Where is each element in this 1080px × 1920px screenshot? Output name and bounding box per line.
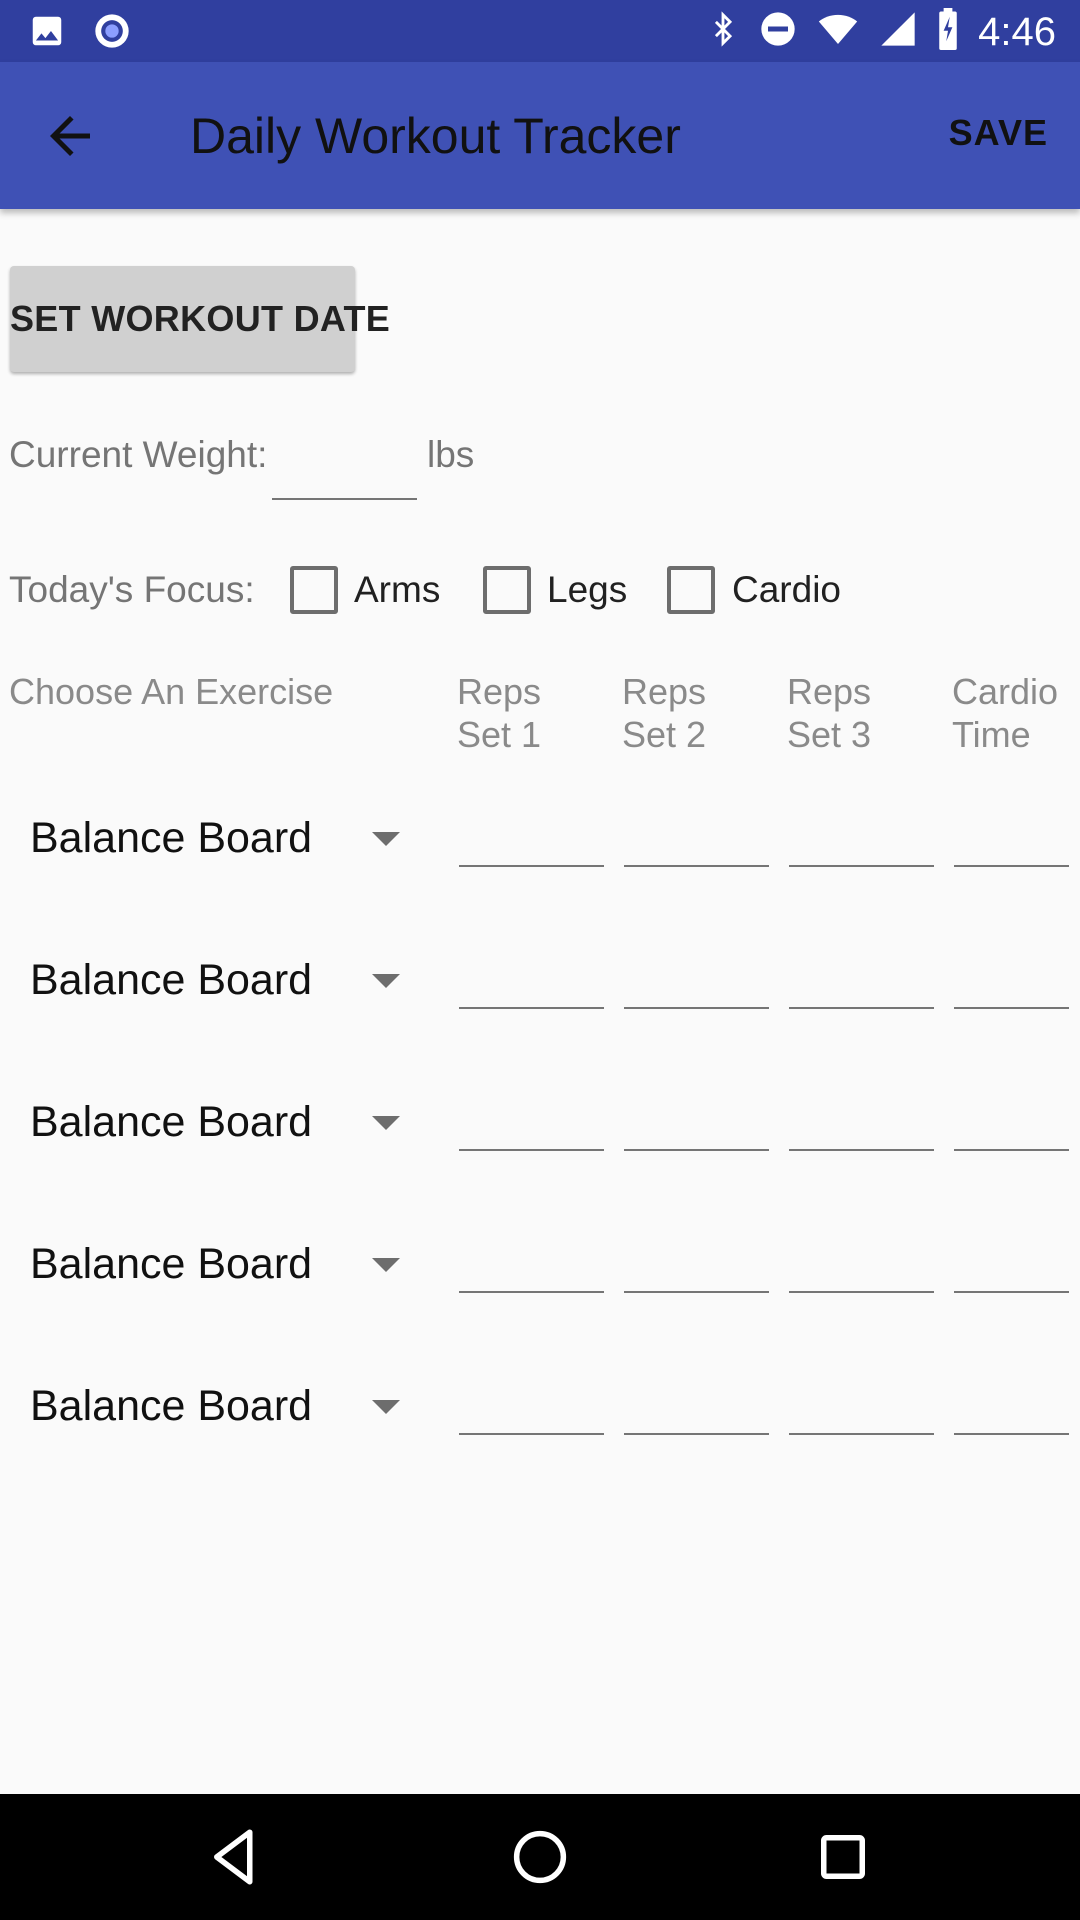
nav-back-button[interactable] (203, 1824, 269, 1890)
reps-set-2-input[interactable] (624, 805, 769, 867)
reps-set-3-input[interactable] (789, 805, 934, 867)
reps-set-1-input[interactable] (459, 947, 604, 1009)
dropdown-arrow-icon (372, 1258, 400, 1272)
exercise-row: Balance Board (0, 932, 1080, 1032)
back-button[interactable] (40, 106, 100, 166)
exercise-row: Balance Board (0, 1074, 1080, 1174)
back-triangle-icon (203, 1829, 269, 1894)
legs-checkbox-label: Legs (547, 569, 628, 610)
cardio-time-input[interactable] (954, 1231, 1069, 1293)
clock: 4:46 (978, 9, 1056, 54)
legs-checkbox[interactable] (483, 566, 531, 614)
todays-focus-label: Today's Focus: (9, 569, 255, 610)
reps-set-2-input[interactable] (624, 947, 769, 1009)
header-line2: Set 2 (622, 714, 707, 755)
exercise-spinner-value: Balance Board (30, 814, 313, 862)
status-left-icons (28, 11, 132, 56)
current-weight-label: Current Weight: (9, 434, 268, 475)
cardio-time-input[interactable] (954, 1089, 1069, 1151)
header-cardio-time: Cardio Time (952, 670, 1058, 756)
reps-set-1-input[interactable] (459, 805, 604, 867)
bluetooth-icon (706, 9, 740, 54)
header-line1: Reps (787, 671, 872, 712)
reps-set-1-input[interactable] (459, 1231, 604, 1293)
reps-set-3-input[interactable] (789, 1089, 934, 1151)
app-bar: Daily Workout Tracker SAVE (0, 62, 1080, 209)
dropdown-arrow-icon (372, 1116, 400, 1130)
navigation-bar (0, 1794, 1080, 1920)
header-line1: Reps (622, 671, 707, 712)
reps-set-2-input[interactable] (624, 1373, 769, 1435)
battery-charging-icon (936, 8, 960, 55)
reps-set-1-input[interactable] (459, 1089, 604, 1151)
header-reps-set-1: Reps Set 1 (457, 670, 541, 756)
dropdown-arrow-icon (372, 832, 400, 846)
home-circle-icon (507, 1830, 573, 1894)
header-exercise-line1: Choose An Exercise (9, 671, 334, 712)
header-line1: Reps (457, 671, 542, 712)
save-button[interactable]: SAVE (949, 112, 1048, 154)
cardio-time-input[interactable] (954, 947, 1069, 1009)
exercise-spinner-value: Balance Board (30, 1098, 313, 1146)
exercise-row: Balance Board (0, 1216, 1080, 1316)
header-reps-set-3: Reps Set 3 (787, 670, 871, 756)
exercise-row: Balance Board (0, 790, 1080, 890)
status-right-icons: 4:46 (706, 8, 1056, 55)
current-weight-input[interactable] (272, 432, 417, 500)
reps-set-2-input[interactable] (624, 1089, 769, 1151)
cardio-checkbox[interactable] (667, 566, 715, 614)
exercise-spinner-value: Balance Board (30, 1240, 313, 1288)
do-not-disturb-icon (758, 9, 798, 54)
reps-set-1-input[interactable] (459, 1373, 604, 1435)
cardio-time-input[interactable] (954, 1373, 1069, 1435)
reps-set-3-input[interactable] (789, 947, 934, 1009)
reps-set-3-input[interactable] (789, 1373, 934, 1435)
cardio-time-input[interactable] (954, 805, 1069, 867)
nav-home-button[interactable] (507, 1824, 573, 1890)
wifi-icon (816, 9, 860, 54)
header-line1: Cardio (952, 671, 1059, 712)
exercise-spinner-value: Balance Board (30, 956, 313, 1004)
header-line2: Time (952, 714, 1031, 755)
image-icon (28, 12, 66, 55)
set-workout-date-button[interactable]: SET WORKOUT DATE (10, 266, 390, 372)
dropdown-arrow-icon (372, 974, 400, 988)
exercise-row: Balance Board (0, 1358, 1080, 1458)
header-exercise: Choose An Exercise (9, 670, 333, 713)
weight-unit-label: lbs (427, 434, 475, 475)
reps-set-3-input[interactable] (789, 1231, 934, 1293)
arms-checkbox-label: Arms (354, 569, 441, 610)
header-reps-set-2: Reps Set 2 (622, 670, 706, 756)
dropdown-arrow-icon (372, 1400, 400, 1414)
arms-checkbox[interactable] (290, 566, 338, 614)
reps-set-2-input[interactable] (624, 1231, 769, 1293)
cardio-checkbox-label: Cardio (732, 569, 841, 610)
header-line2: Set 3 (787, 714, 872, 755)
cellular-signal-icon (878, 9, 918, 54)
record-icon (92, 11, 132, 56)
nav-recents-button[interactable] (810, 1824, 876, 1890)
header-line2: Set 1 (457, 714, 542, 755)
status-bar: 4:46 (0, 0, 1080, 62)
arrow-back-icon (40, 116, 100, 170)
recents-square-icon (810, 1835, 876, 1894)
page-title: Daily Workout Tracker (190, 108, 681, 164)
exercise-spinner-value: Balance Board (30, 1382, 313, 1430)
